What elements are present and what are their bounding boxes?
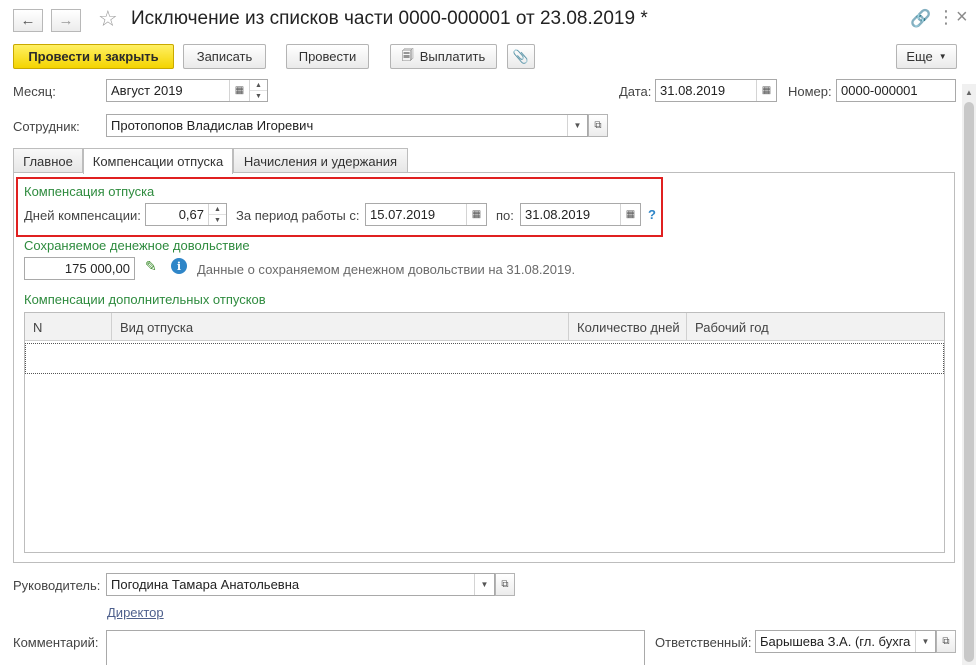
more-dots-icon[interactable]: ⋮ [937, 7, 955, 28]
calendar-icon[interactable]: ▦ [620, 204, 640, 225]
manager-position-link[interactable]: Директор [107, 605, 164, 620]
employee-label: Сотрудник: [13, 119, 80, 134]
extra-leave-table[interactable]: N Вид отпуска Количество дней Рабочий го… [24, 312, 945, 553]
arrow-left-icon: ← [20, 12, 36, 29]
calendar-icon[interactable]: ▦ [229, 80, 249, 101]
chevron-down-icon[interactable]: ▼ [474, 574, 494, 595]
paperclip-icon: 📎 [512, 48, 530, 64]
chevron-down-icon[interactable]: ▼ [250, 90, 267, 101]
chevron-down-icon[interactable]: ▼ [567, 115, 587, 136]
forward-button[interactable]: → [51, 9, 81, 32]
chevron-down-icon[interactable]: ▼ [209, 214, 226, 225]
manager-label: Руководитель: [13, 578, 101, 593]
help-icon[interactable]: ? [648, 207, 656, 222]
calendar-icon[interactable]: ▦ [756, 80, 776, 101]
scrollbar-thumb[interactable] [964, 102, 974, 662]
scroll-up-icon[interactable]: ▲ [962, 84, 976, 100]
allowance-amount-field[interactable]: 175 000,00 [24, 257, 135, 280]
month-label: Месяц: [13, 84, 56, 99]
column-header-days[interactable]: Количество дней [569, 313, 687, 341]
chevron-up-icon[interactable]: ▲ [209, 204, 226, 214]
responsible-open-button[interactable]: ⧉ [936, 630, 956, 653]
attach-button[interactable]: 📎 [507, 44, 535, 69]
date-field[interactable]: 31.08.2019 ▦ [655, 79, 777, 102]
post-button[interactable]: Провести [286, 44, 369, 69]
column-header-leave-type[interactable]: Вид отпуска [112, 313, 569, 341]
pencil-icon[interactable]: ✎ [145, 258, 157, 275]
number-label: Номер: [788, 84, 832, 99]
star-icon[interactable]: ☆ [98, 6, 118, 32]
chevron-down-icon: ▼ [938, 52, 947, 61]
responsible-label: Ответственный: [655, 635, 752, 650]
pay-button[interactable]: 🗐 Выплатить [390, 44, 497, 69]
window-title: Исключение из списков части 0000-000001 … [131, 8, 648, 29]
tab-vacation-compensation[interactable]: Компенсации отпуска [83, 148, 233, 174]
chevron-up-icon[interactable]: ▲ [250, 80, 267, 90]
period-from-field[interactable]: 15.07.2019 ▦ [365, 203, 487, 226]
month-field[interactable]: Август 2019 ▦ ▲ ▼ [106, 79, 268, 102]
open-form-icon: ⧉ [594, 120, 602, 131]
allowance-group-title: Сохраняемое денежное довольствие [24, 238, 250, 253]
open-form-icon: ⧉ [501, 579, 509, 590]
period-from-label: За период работы с: [236, 208, 360, 223]
days-label: Дней компенсации: [24, 208, 141, 223]
back-button[interactable]: ← [13, 9, 43, 32]
extra-leave-group-title: Компенсации дополнительных отпусков [24, 292, 266, 307]
number-field[interactable]: 0000-000001 [836, 79, 956, 102]
days-field[interactable]: 0,67 ▲ ▼ [145, 203, 227, 226]
calendar-icon[interactable]: ▦ [466, 204, 486, 225]
comment-label: Комментарий: [13, 635, 99, 650]
pay-icon: 🗐 [401, 48, 414, 62]
table-header: N Вид отпуска Количество дней Рабочий го… [25, 313, 944, 341]
save-button[interactable]: Записать [183, 44, 266, 69]
column-header-work-year[interactable]: Рабочий год [687, 313, 946, 341]
responsible-field[interactable]: Барышева З.А. (гл. бухга ▼ [755, 630, 936, 653]
date-label: Дата: [619, 84, 652, 99]
link-icon[interactable]: 🔗 [910, 9, 931, 29]
arrow-right-icon: → [58, 12, 74, 29]
close-icon[interactable]: × [956, 6, 968, 29]
allowance-info-text: Данные о сохраняемом денежном довольстви… [197, 262, 576, 277]
more-button[interactable]: Еще ▼ [896, 44, 957, 69]
post-and-close-button[interactable]: Провести и закрыть [13, 44, 174, 69]
days-stepper[interactable]: ▲ ▼ [208, 204, 226, 225]
column-header-n[interactable]: N [25, 313, 112, 341]
table-row[interactable] [25, 343, 944, 374]
info-icon: i [171, 258, 187, 274]
employee-open-button[interactable]: ⧉ [588, 114, 608, 137]
manager-open-button[interactable]: ⧉ [495, 573, 515, 596]
employee-field[interactable]: Протопопов Владислав Игоревич ▼ [106, 114, 588, 137]
comment-field[interactable] [106, 630, 645, 665]
chevron-down-icon[interactable]: ▼ [915, 631, 935, 652]
open-form-icon: ⧉ [942, 636, 950, 647]
period-to-field[interactable]: 31.08.2019 ▦ [520, 203, 641, 226]
tab-accruals-deductions[interactable]: Начисления и удержания [233, 148, 408, 173]
month-stepper[interactable]: ▲ ▼ [249, 80, 267, 101]
period-to-label: по: [496, 208, 514, 223]
manager-field[interactable]: Погодина Тамара Анатольевна ▼ [106, 573, 495, 596]
compensation-group-title: Компенсация отпуска [24, 184, 155, 199]
tab-main[interactable]: Главное [13, 148, 83, 173]
